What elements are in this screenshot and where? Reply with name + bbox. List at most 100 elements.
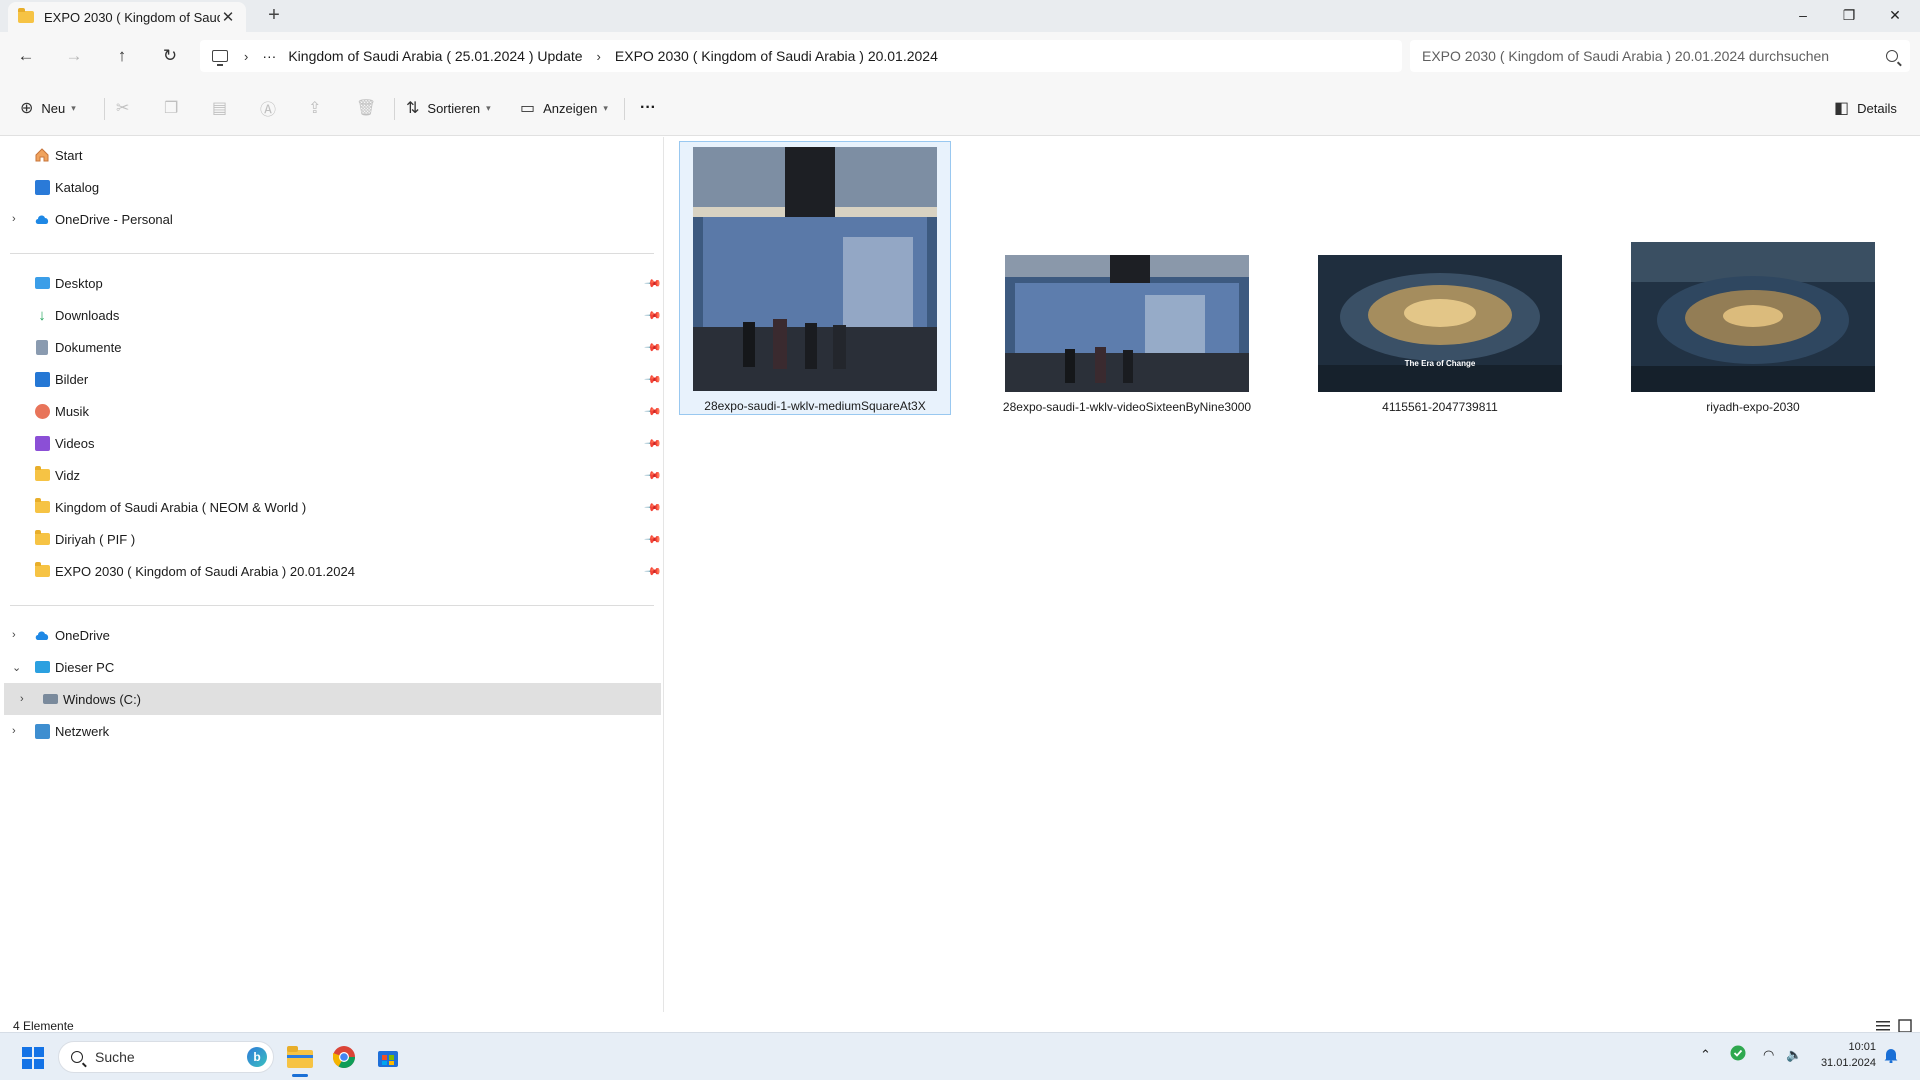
new-tab-button[interactable]: + — [262, 4, 286, 27]
command-bar: ⊕ Neu ▾ ✂ ❐ ▤ Ⓐ ⇪ 🗑 ⇅ Sortieren ▾ ▭ Anze… — [0, 80, 1920, 136]
file-explorer-taskbar-icon[interactable] — [282, 1039, 318, 1077]
sidebar-item-videos[interactable]: Videos 📌 — [0, 427, 662, 459]
sidebar-item-bilder[interactable]: Bilder 📌 — [0, 363, 662, 395]
tiles-view-button[interactable] — [1898, 1019, 1912, 1033]
videos-icon — [34, 435, 50, 451]
chevron-up-icon[interactable]: ⌃ — [1700, 1047, 1711, 1063]
details-button[interactable]: ◧ Details — [1834, 94, 1897, 122]
notification-bell-icon[interactable] — [1884, 1047, 1898, 1066]
breadcrumb-segment-2[interactable]: EXPO 2030 ( Kingdom of Saudi Arabia ) 20… — [615, 48, 938, 64]
view-button-label: Anzeigen — [543, 100, 598, 116]
sidebar-item-vidz[interactable]: Vidz 📌 — [0, 459, 662, 491]
sidebar-item-dieser-pc[interactable]: ⌄ Dieser PC — [0, 651, 660, 683]
drive-icon — [42, 691, 58, 707]
new-button-label: Neu — [41, 100, 66, 116]
pin-icon[interactable]: 📌 — [643, 466, 662, 484]
search-box[interactable]: EXPO 2030 ( Kingdom of Saudi Arabia ) 20… — [1410, 40, 1910, 72]
pin-icon[interactable]: 📌 — [643, 306, 662, 324]
forward-button[interactable]: → — [60, 44, 88, 68]
search-input[interactable]: EXPO 2030 ( Kingdom of Saudi Arabia ) 20… — [1422, 48, 1886, 64]
sidebar-item-kingdom-neom[interactable]: Kingdom of Saudi Arabia ( NEOM & World )… — [0, 491, 662, 523]
pin-icon[interactable]: 📌 — [643, 274, 662, 292]
file-item[interactable]: 28expo-saudi-1-wklv-videoSixteenByNine30… — [997, 255, 1257, 414]
pin-icon[interactable]: 📌 — [643, 370, 662, 388]
sidebar-item-onedrive-personal[interactable]: › OneDrive - Personal — [0, 203, 660, 235]
file-item[interactable]: 28expo-saudi-1-wklv-mediumSquareAt3X — [679, 141, 951, 415]
clock[interactable]: 10:01 31.01.2024 — [1806, 1039, 1876, 1071]
sidebar-item-onedrive[interactable]: › OneDrive — [0, 619, 660, 651]
search-icon — [71, 1051, 83, 1063]
sidebar-item-netzwerk[interactable]: › Netzwerk — [0, 715, 660, 747]
pin-icon[interactable]: 📌 — [643, 562, 662, 580]
cut-button[interactable]: ✂ — [116, 94, 137, 122]
copy-button[interactable]: ❐ — [164, 94, 186, 122]
clock-time: 10:01 — [1848, 1041, 1876, 1053]
sidebar-item-expo-2030[interactable]: EXPO 2030 ( Kingdom of Saudi Arabia ) 20… — [0, 555, 662, 587]
share-button[interactable]: ⇪ — [308, 94, 329, 122]
sidebar-item-label: Katalog — [55, 179, 100, 195]
pc-icon — [34, 659, 50, 675]
chevron-right-icon[interactable]: › — [244, 49, 248, 64]
breadcrumb-more-button[interactable]: ··· — [262, 48, 276, 64]
taskbar-search[interactable]: Suche b — [58, 1041, 274, 1073]
more-options-button[interactable]: ··· — [640, 94, 656, 122]
sidebar-item-dokumente[interactable]: Dokumente 📌 — [0, 331, 662, 363]
pin-icon[interactable]: 📌 — [643, 434, 662, 452]
chevron-right-icon[interactable]: › — [12, 629, 16, 641]
chevron-right-icon[interactable]: › — [12, 213, 16, 225]
pin-icon[interactable]: 📌 — [643, 498, 662, 516]
chevron-right-icon[interactable]: › — [597, 49, 601, 64]
chevron-right-icon[interactable]: › — [12, 725, 16, 737]
sidebar-item-label: OneDrive — [55, 627, 110, 643]
windows-logo-icon — [34, 1047, 44, 1057]
sidebar-item-downloads[interactable]: ↓ Downloads 📌 — [0, 299, 662, 331]
pin-icon[interactable]: 📌 — [643, 402, 662, 420]
up-button[interactable]: ↑ — [108, 44, 136, 68]
sidebar-item-start[interactable]: Start — [0, 139, 660, 171]
tab-close-icon[interactable]: ✕ — [220, 8, 236, 26]
address-bar[interactable]: › ··· Kingdom of Saudi Arabia ( 25.01.20… — [200, 40, 1402, 72]
pin-icon[interactable]: 📌 — [643, 338, 662, 356]
start-button[interactable] — [22, 1047, 44, 1069]
toolbar-divider — [394, 98, 395, 120]
minimize-button[interactable]: – — [1780, 0, 1826, 30]
sort-button[interactable]: ⇅ Sortieren ▾ — [406, 94, 491, 122]
breadcrumb-segment-1[interactable]: Kingdom of Saudi Arabia ( 25.01.2024 ) U… — [288, 48, 582, 64]
tab-expo-2030[interactable]: EXPO 2030 ( Kingdom of Saud ✕ — [8, 2, 246, 32]
store-taskbar-icon[interactable] — [370, 1039, 406, 1075]
view-button[interactable]: ▭ Anzeigen ▾ — [520, 94, 608, 122]
bing-icon[interactable]: b — [247, 1047, 267, 1067]
sidebar-item-diriyah[interactable]: Diriyah ( PIF ) 📌 — [0, 523, 662, 555]
restore-button[interactable]: ❐ — [1826, 0, 1872, 30]
pin-icon[interactable]: 📌 — [643, 530, 662, 548]
clock-date: 31.01.2024 — [1820, 1057, 1876, 1069]
sidebar-item-label: Dokumente — [55, 339, 122, 355]
rename-button[interactable]: Ⓐ — [260, 94, 284, 122]
gallery-icon — [34, 179, 50, 195]
sidebar-item-windows-c[interactable]: › Windows (C:) — [4, 683, 661, 715]
chrome-taskbar-icon[interactable] — [326, 1039, 362, 1075]
refresh-button[interactable]: ↻ — [156, 44, 184, 68]
sidebar-item-desktop[interactable]: Desktop 📌 — [0, 267, 662, 299]
wifi-icon[interactable]: ◠ — [1763, 1047, 1774, 1063]
back-button[interactable]: ← — [12, 44, 40, 68]
delete-button[interactable]: 🗑 — [356, 94, 384, 122]
new-button[interactable]: ⊕ Neu ▾ — [20, 94, 76, 122]
sidebar-item-musik[interactable]: Musik 📌 — [0, 395, 662, 427]
file-item[interactable]: The Era of Change 4115561-2047739811 — [1310, 255, 1570, 414]
security-icon[interactable] — [1730, 1045, 1746, 1064]
sidebar-item-label: Vidz — [55, 467, 81, 483]
folder-icon — [34, 562, 50, 579]
paste-button[interactable]: ▤ — [212, 94, 235, 122]
chevron-right-icon[interactable]: › — [20, 693, 24, 705]
sidebar-item-katalog[interactable]: Katalog — [0, 171, 660, 203]
file-item[interactable]: riyadh-expo-2030 — [1623, 242, 1883, 414]
volume-icon[interactable]: 🔈 — [1786, 1047, 1802, 1063]
details-view-button[interactable] — [1876, 1019, 1890, 1033]
close-window-button[interactable]: ✕ — [1872, 0, 1918, 30]
sort-button-label: Sortieren — [427, 100, 481, 116]
chevron-down-icon[interactable]: ⌄ — [12, 661, 21, 674]
toolbar-divider — [624, 98, 625, 120]
windows-logo-icon — [34, 1059, 44, 1069]
clipboard-icon: ▤ — [212, 100, 228, 117]
